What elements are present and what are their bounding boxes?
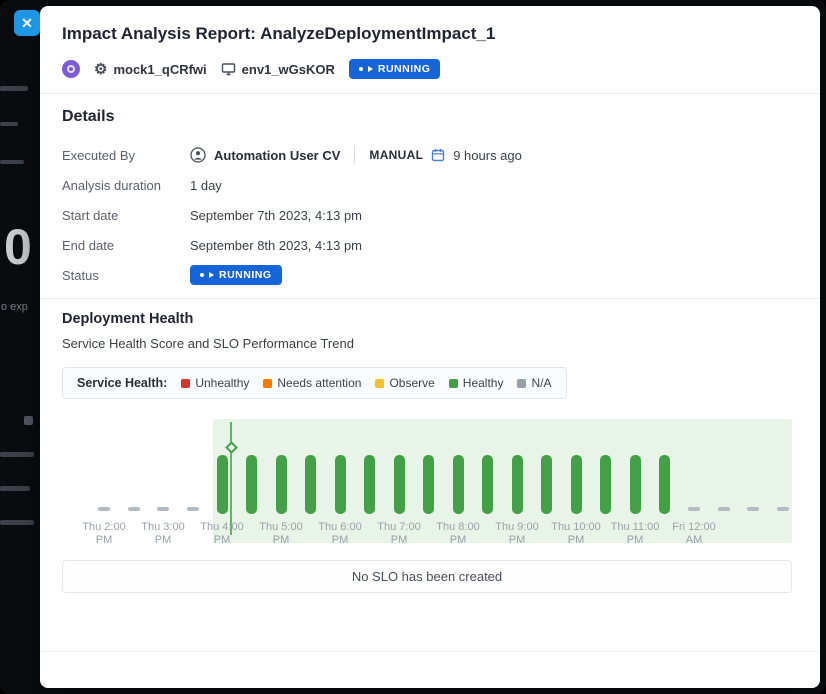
background-remnant-line bbox=[0, 452, 34, 457]
deployment-health-section: Deployment Health Service Health Score a… bbox=[40, 299, 820, 593]
details-section: Details Executed By Automation User CV M… bbox=[40, 94, 820, 298]
environment-chip[interactable]: env1_wGsKOR bbox=[221, 62, 335, 77]
detail-row-executed-by: Executed By Automation User CV MANUAL bbox=[62, 140, 796, 170]
x-axis-label: Fri 12:00AM bbox=[664, 521, 724, 547]
healthy-bar[interactable] bbox=[571, 455, 582, 514]
x-axis-label: Thu 7:00PM bbox=[369, 521, 429, 547]
slo-empty-text: No SLO has been created bbox=[352, 569, 502, 584]
healthy-bar[interactable] bbox=[305, 455, 316, 514]
mock-chip[interactable]: ⚙ mock1_qCRfwi bbox=[94, 62, 207, 77]
user-icon bbox=[190, 147, 206, 163]
x-axis-label: Thu 4:00PM bbox=[192, 521, 252, 547]
legend-swatch bbox=[181, 379, 190, 388]
healthy-bar[interactable] bbox=[541, 455, 552, 514]
modal-title: Impact Analysis Report: AnalyzeDeploymen… bbox=[62, 24, 796, 44]
healthy-bar[interactable] bbox=[453, 455, 464, 514]
na-marker bbox=[98, 507, 110, 511]
x-axis-label: Thu 2:00PM bbox=[74, 521, 134, 547]
executed-time: 9 hours ago bbox=[453, 148, 522, 163]
na-marker bbox=[777, 507, 789, 511]
background-remnant-line bbox=[0, 86, 28, 91]
detail-row-end-date: End date September 8th 2023, 4:13 pm bbox=[62, 230, 796, 260]
gear-icon: ⚙ bbox=[94, 62, 107, 77]
background-remnant-line bbox=[0, 160, 24, 164]
mock-name: mock1_qCRfwi bbox=[113, 62, 206, 77]
running-dot-icon bbox=[200, 273, 204, 277]
environment-name: env1_wGsKOR bbox=[242, 62, 335, 77]
healthy-bar[interactable] bbox=[246, 455, 257, 514]
service-health-legend: Service Health: Unhealthy Needs attention… bbox=[62, 367, 567, 399]
healthy-bar[interactable] bbox=[600, 455, 611, 514]
trigger-type: MANUAL bbox=[369, 148, 423, 162]
healthy-bar[interactable] bbox=[423, 455, 434, 514]
na-marker bbox=[128, 507, 140, 511]
executed-by-user: Automation User CV bbox=[214, 148, 340, 163]
healthy-bar[interactable] bbox=[335, 455, 346, 514]
legend-item: Needs attention bbox=[263, 376, 361, 390]
background-clipped-text: o exp bbox=[1, 301, 28, 313]
vertical-separator bbox=[354, 146, 355, 164]
deployment-health-heading: Deployment Health bbox=[62, 311, 792, 327]
status-badge: RUNNING bbox=[349, 59, 441, 79]
status-badge: RUNNING bbox=[190, 265, 282, 285]
calendar-icon bbox=[431, 148, 445, 162]
na-marker bbox=[747, 507, 759, 511]
close-icon: ✕ bbox=[21, 16, 33, 30]
x-axis-label: Thu 9:00PM bbox=[487, 521, 547, 547]
background-big-number: 0 bbox=[4, 218, 32, 276]
detail-row-status: Status RUNNING bbox=[62, 260, 796, 290]
x-axis-label: Thu 5:00PM bbox=[251, 521, 311, 547]
screen: 0 o exp ✕ Impact Analysis Report: Analyz… bbox=[0, 0, 826, 694]
x-axis-label: Thu 11:00PM bbox=[605, 521, 665, 547]
report-meta-row: ⚙ mock1_qCRfwi env1_wGsKOR RUNNING bbox=[62, 59, 796, 79]
monitor-icon bbox=[221, 62, 236, 76]
running-dot-icon bbox=[359, 67, 363, 71]
close-modal-button[interactable]: ✕ bbox=[14, 10, 40, 36]
legend-title: Service Health: bbox=[77, 376, 167, 390]
healthy-bar[interactable] bbox=[364, 455, 375, 514]
x-axis-label: Thu 6:00PM bbox=[310, 521, 370, 547]
na-marker bbox=[688, 507, 700, 511]
health-legend-items: Unhealthy Needs attention Observe Healthy N/… bbox=[181, 376, 551, 390]
legend-swatch bbox=[517, 379, 526, 388]
x-axis-label: Thu 3:00PM bbox=[133, 521, 193, 547]
impact-analysis-report-modal: Impact Analysis Report: AnalyzeDeploymen… bbox=[40, 6, 820, 688]
x-axis-label: Thu 10:00PM bbox=[546, 521, 606, 547]
na-marker bbox=[187, 507, 199, 511]
background-remnant-line bbox=[0, 520, 34, 525]
na-marker bbox=[718, 507, 730, 511]
deployment-health-subtitle: Service Health Score and SLO Performance… bbox=[62, 336, 792, 351]
x-axis-label: Thu 8:00PM bbox=[428, 521, 488, 547]
legend-swatch bbox=[449, 379, 458, 388]
legend-swatch bbox=[263, 379, 272, 388]
legend-item: N/A bbox=[517, 376, 551, 390]
detail-row-start-date: Start date September 7th 2023, 4:13 pm bbox=[62, 200, 796, 230]
healthy-bar[interactable] bbox=[659, 455, 670, 514]
healthy-bar[interactable] bbox=[394, 455, 405, 514]
slo-empty-state: No SLO has been created bbox=[62, 560, 792, 593]
legend-item: Observe bbox=[375, 376, 434, 390]
healthy-bar[interactable] bbox=[482, 455, 493, 514]
healthy-bar[interactable] bbox=[217, 455, 228, 514]
running-arrow-icon bbox=[209, 272, 214, 278]
modal-header: Impact Analysis Report: AnalyzeDeploymen… bbox=[40, 6, 820, 93]
healthy-bar[interactable] bbox=[276, 455, 287, 514]
deployment-marker-line bbox=[230, 422, 232, 535]
running-arrow-icon bbox=[368, 66, 373, 72]
detail-row-duration: Analysis duration 1 day bbox=[62, 170, 796, 200]
details-heading: Details bbox=[62, 108, 796, 126]
footer-divider bbox=[40, 651, 820, 652]
health-chart: Thu 2:00PMThu 3:00PMThu 4:00PMThu 5:00PM… bbox=[62, 413, 792, 548]
na-marker bbox=[157, 507, 169, 511]
legend-item: Unhealthy bbox=[181, 376, 249, 390]
background-remnant-line bbox=[0, 486, 30, 491]
healthy-bar[interactable] bbox=[512, 455, 523, 514]
background-remnant-line bbox=[0, 122, 18, 126]
legend-swatch bbox=[375, 379, 384, 388]
healthy-bar[interactable] bbox=[630, 455, 641, 514]
report-avatar-icon bbox=[62, 60, 80, 78]
legend-item: Healthy bbox=[449, 376, 504, 390]
